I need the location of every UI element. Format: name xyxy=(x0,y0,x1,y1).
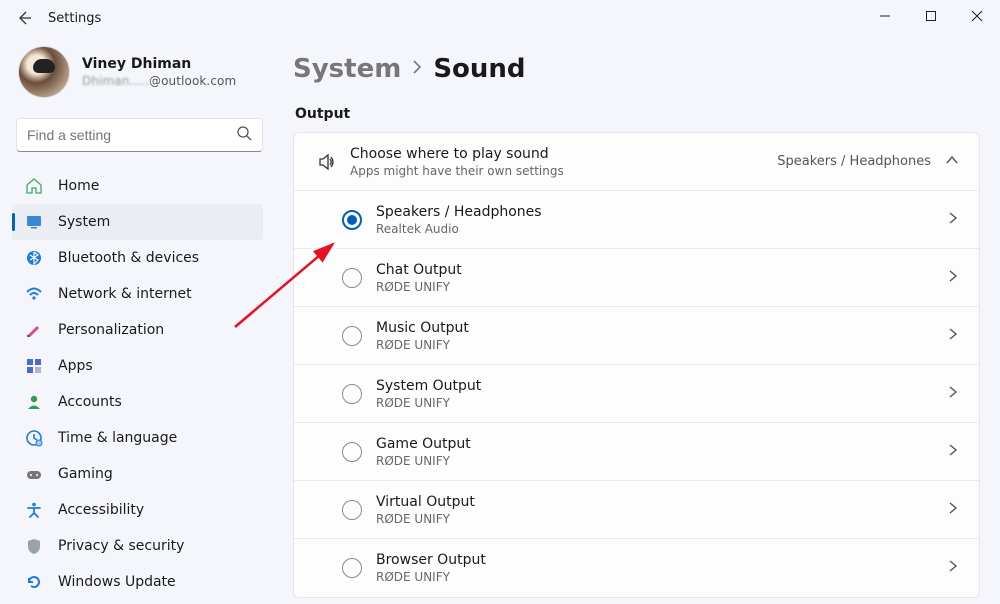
device-subtitle: RØDE UNIFY xyxy=(376,396,947,410)
device-subtitle: RØDE UNIFY xyxy=(376,454,947,468)
sidebar-item-label: Windows Update xyxy=(58,574,176,590)
output-device-row[interactable]: Browser Output RØDE UNIFY xyxy=(294,539,979,597)
back-button[interactable] xyxy=(12,6,36,30)
sidebar-item-personalization[interactable]: Personalization xyxy=(12,312,263,348)
sidebar-item-gaming[interactable]: Gaming xyxy=(12,456,263,492)
radio-button[interactable] xyxy=(342,384,362,404)
device-title: Chat Output xyxy=(376,262,947,278)
chevron-right-icon[interactable] xyxy=(947,327,959,345)
breadcrumb: System Sound xyxy=(293,54,980,84)
radio-button[interactable] xyxy=(342,500,362,520)
section-output-title: Output xyxy=(295,106,980,122)
shield-icon xyxy=(24,536,44,556)
sidebar-item-label: System xyxy=(58,214,110,230)
device-subtitle: RØDE UNIFY xyxy=(376,512,947,526)
apps-icon xyxy=(24,356,44,376)
output-header-row[interactable]: Choose where to play sound Apps might ha… xyxy=(294,133,979,191)
output-device-row[interactable]: System Output RØDE UNIFY xyxy=(294,365,979,423)
profile-name: Viney Dhiman xyxy=(82,56,236,72)
device-title: Speakers / Headphones xyxy=(376,204,947,220)
system-icon xyxy=(24,212,44,232)
search-input[interactable] xyxy=(27,127,236,143)
sidebar-item-update[interactable]: Windows Update xyxy=(12,564,263,600)
maximize-button[interactable] xyxy=(908,0,954,32)
radio-button[interactable] xyxy=(342,268,362,288)
gaming-icon xyxy=(24,464,44,484)
chevron-right-icon xyxy=(411,59,423,79)
accounts-icon xyxy=(24,392,44,412)
device-subtitle: Realtek Audio xyxy=(376,222,947,236)
sidebar-item-label: Accounts xyxy=(58,394,122,410)
device-title: Browser Output xyxy=(376,552,947,568)
device-title: System Output xyxy=(376,378,947,394)
sidebar-item-accessibility[interactable]: Accessibility xyxy=(12,492,263,528)
radio-button[interactable] xyxy=(342,326,362,346)
chevron-right-icon[interactable] xyxy=(947,269,959,287)
output-device-row[interactable]: Music Output RØDE UNIFY xyxy=(294,307,979,365)
radio-button[interactable] xyxy=(342,558,362,578)
close-button[interactable] xyxy=(954,0,1000,32)
sidebar-item-label: Apps xyxy=(58,358,93,374)
update-icon xyxy=(24,572,44,592)
paint-icon xyxy=(24,320,44,340)
sidebar-item-accounts[interactable]: Accounts xyxy=(12,384,263,420)
search-icon xyxy=(236,125,252,145)
device-title: Game Output xyxy=(376,436,947,452)
accessibility-icon xyxy=(24,500,44,520)
sidebar-item-label: Home xyxy=(58,178,99,194)
sidebar-item-home[interactable]: Home xyxy=(12,168,263,204)
avatar xyxy=(18,46,70,98)
radio-button[interactable] xyxy=(342,442,362,462)
sidebar-item-label: Time & language xyxy=(58,430,177,446)
sidebar-item-bluetooth[interactable]: Bluetooth & devices xyxy=(12,240,263,276)
page-title: Sound xyxy=(433,54,525,84)
sidebar-item-system[interactable]: System xyxy=(12,204,263,240)
chevron-up-icon xyxy=(945,153,959,171)
sidebar-item-privacy[interactable]: Privacy & security xyxy=(12,528,263,564)
window-title: Settings xyxy=(48,11,101,26)
sidebar-item-label: Accessibility xyxy=(58,502,144,518)
sidebar-item-apps[interactable]: Apps xyxy=(12,348,263,384)
sidebar-item-label: Gaming xyxy=(58,466,113,482)
sidebar-item-label: Privacy & security xyxy=(58,538,184,554)
output-header-title: Choose where to play sound xyxy=(350,146,777,162)
profile-email: Dhiman.....@outlook.com xyxy=(82,74,236,88)
chevron-right-icon[interactable] xyxy=(947,211,959,229)
minimize-button[interactable] xyxy=(862,0,908,32)
clock-icon xyxy=(24,428,44,448)
device-title: Music Output xyxy=(376,320,947,336)
chevron-right-icon[interactable] xyxy=(947,501,959,519)
output-card: Choose where to play sound Apps might ha… xyxy=(293,132,980,598)
output-header-subtitle: Apps might have their own settings xyxy=(350,164,777,178)
sidebar-item-label: Bluetooth & devices xyxy=(58,250,199,266)
output-device-row[interactable]: Chat Output RØDE UNIFY xyxy=(294,249,979,307)
breadcrumb-parent[interactable]: System xyxy=(293,54,401,84)
output-device-row[interactable]: Virtual Output RØDE UNIFY xyxy=(294,481,979,539)
home-icon xyxy=(24,176,44,196)
device-subtitle: RØDE UNIFY xyxy=(376,570,947,584)
bluetooth-icon xyxy=(24,248,44,268)
chevron-right-icon[interactable] xyxy=(947,559,959,577)
sidebar-item-network[interactable]: Network & internet xyxy=(12,276,263,312)
sidebar-item-label: Network & internet xyxy=(58,286,192,302)
device-subtitle: RØDE UNIFY xyxy=(376,338,947,352)
wifi-icon xyxy=(24,284,44,304)
search-box[interactable] xyxy=(16,118,263,152)
output-device-row[interactable]: Speakers / Headphones Realtek Audio xyxy=(294,191,979,249)
profile-block[interactable]: Viney Dhiman Dhiman.....@outlook.com xyxy=(12,36,273,114)
output-header-summary: Speakers / Headphones xyxy=(777,154,931,169)
sidebar-item-label: Personalization xyxy=(58,322,164,338)
device-title: Virtual Output xyxy=(376,494,947,510)
radio-button[interactable] xyxy=(342,210,362,230)
chevron-right-icon[interactable] xyxy=(947,385,959,403)
chevron-right-icon[interactable] xyxy=(947,443,959,461)
sidebar-item-time[interactable]: Time & language xyxy=(12,420,263,456)
device-subtitle: RØDE UNIFY xyxy=(376,280,947,294)
nav: Home System Bluetooth & devices Network … xyxy=(12,164,273,600)
output-device-row[interactable]: Game Output RØDE UNIFY xyxy=(294,423,979,481)
speaker-icon xyxy=(314,151,342,173)
